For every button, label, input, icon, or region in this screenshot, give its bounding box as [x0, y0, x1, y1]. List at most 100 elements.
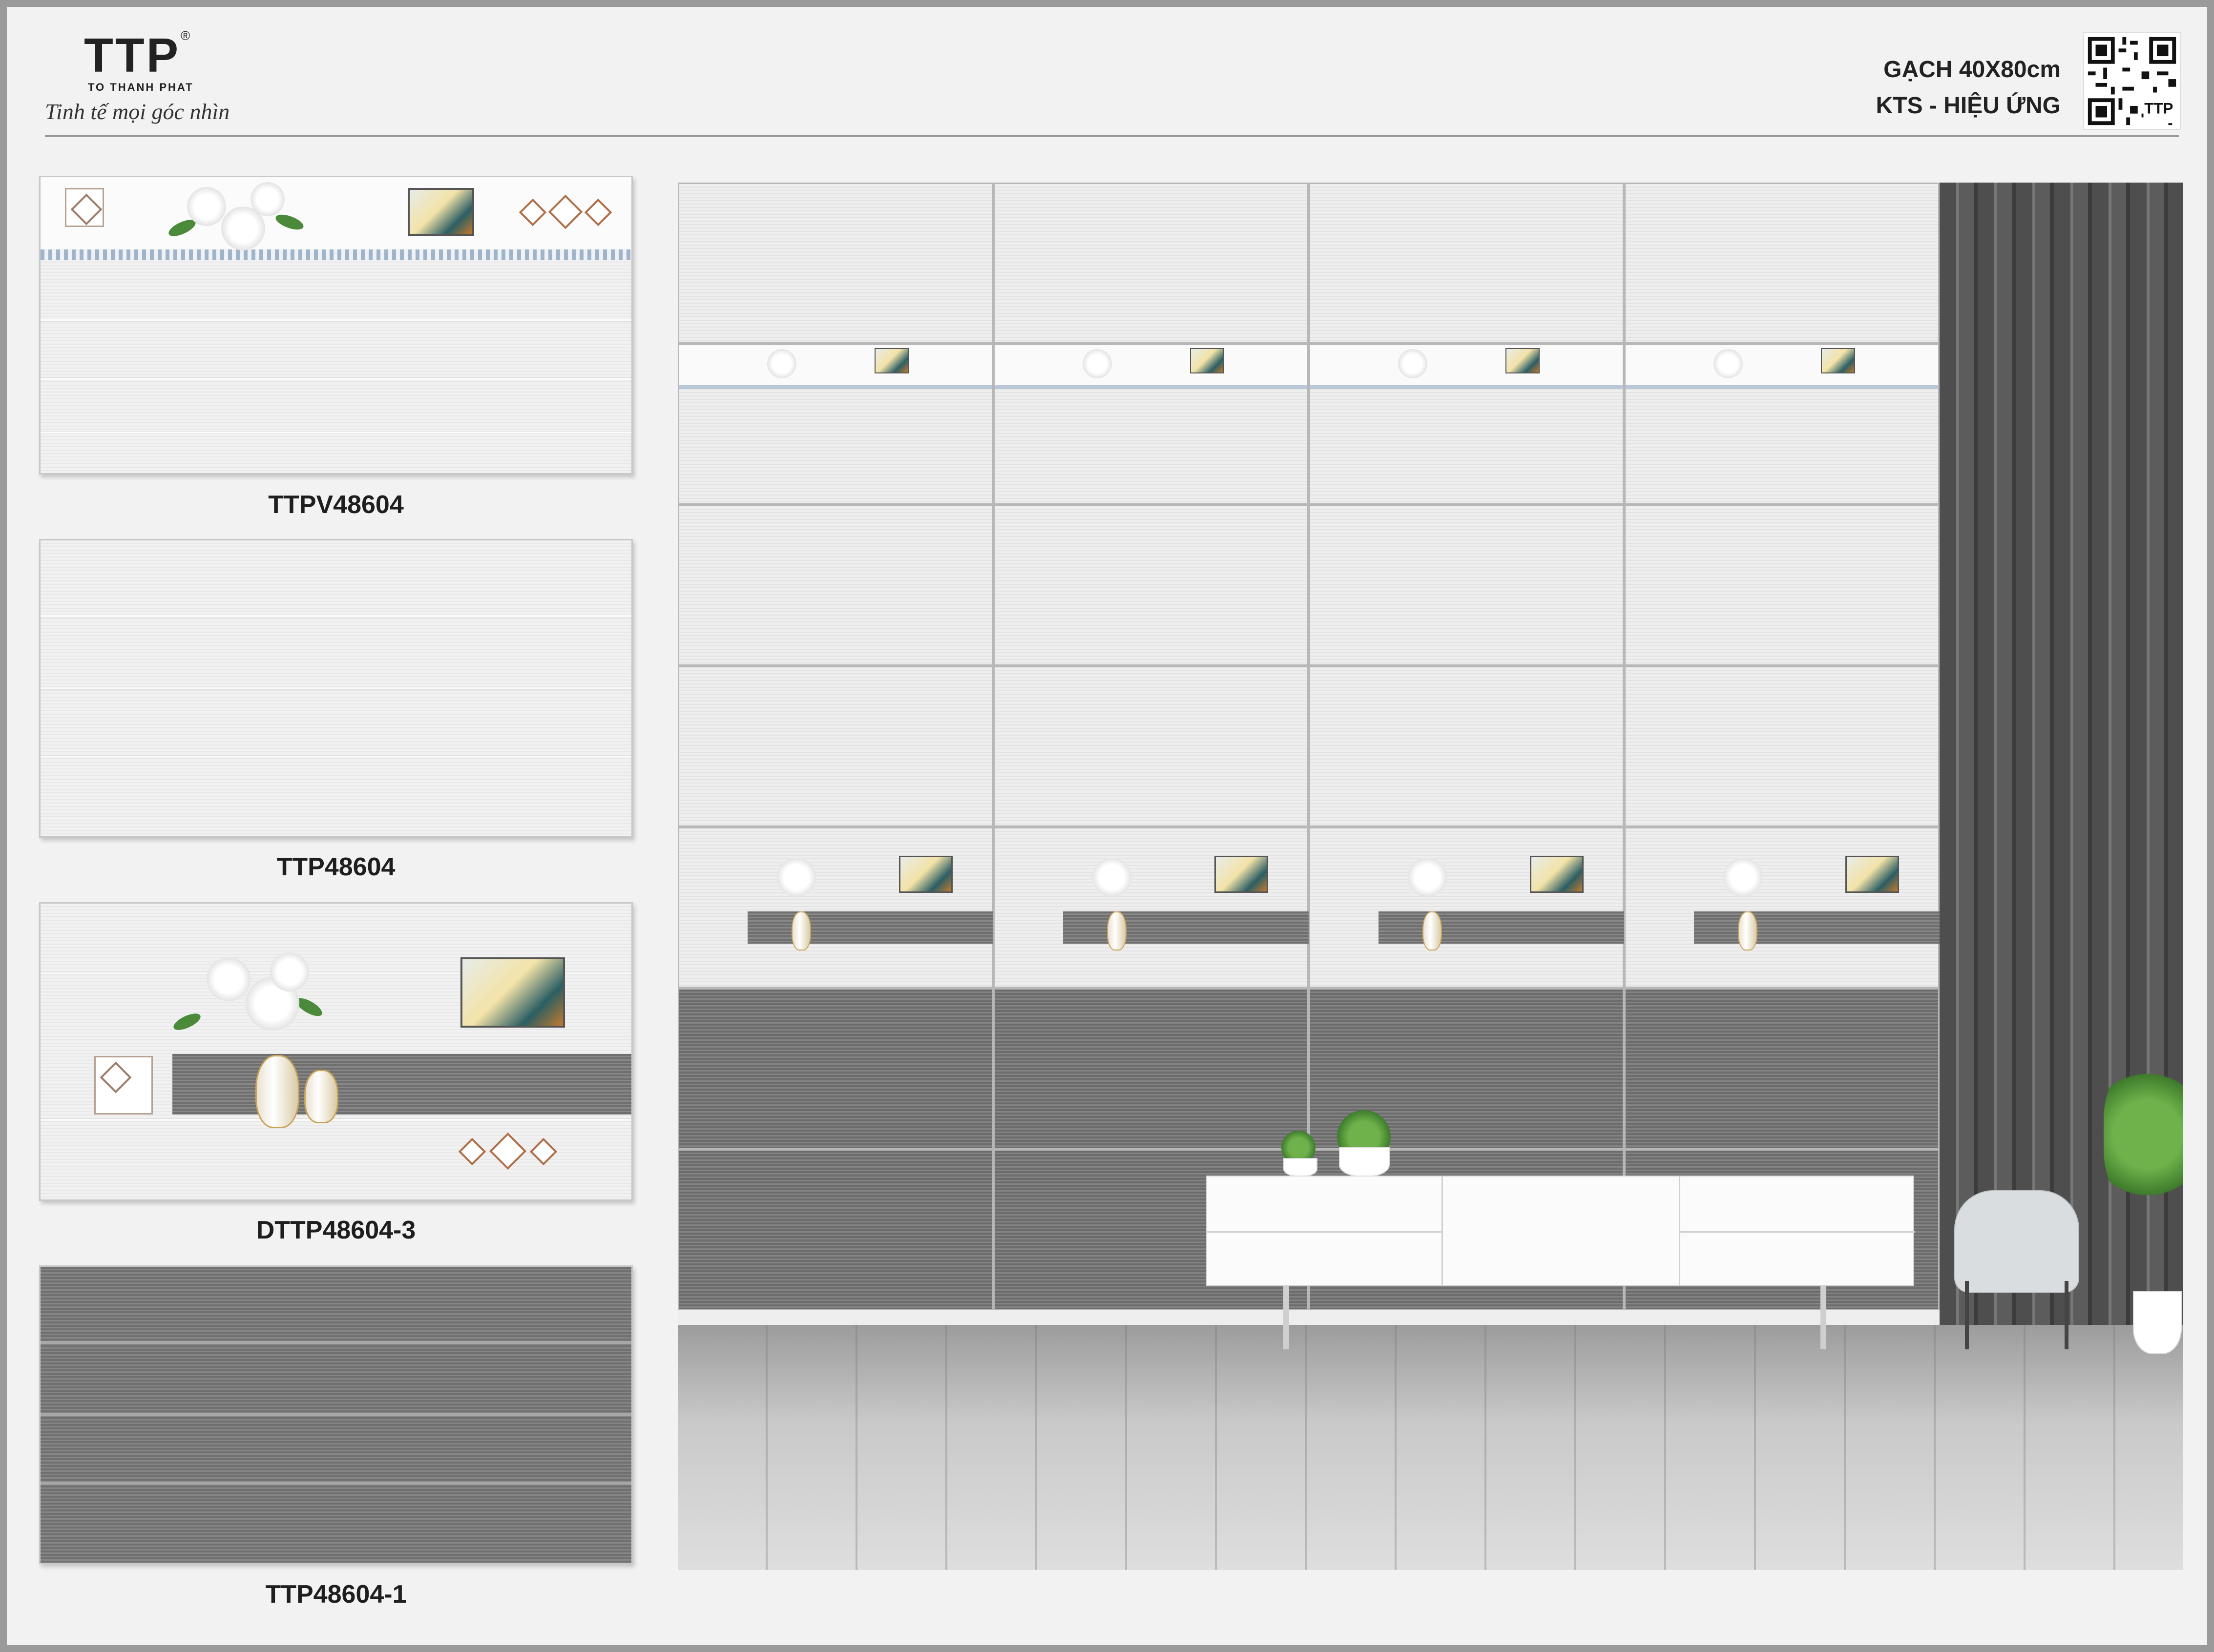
- pot-icon: [1283, 1158, 1317, 1177]
- tile-code-1: TTPV48604: [268, 491, 404, 519]
- tile-code-3: DTTP48604-3: [256, 1216, 416, 1244]
- framed-picture: [1845, 856, 1899, 893]
- flower-icon: [1723, 858, 1762, 897]
- cabinet-drawer-line: [1679, 1231, 1915, 1233]
- gray-stripe: [1379, 911, 1626, 944]
- brand-tagline: Tinh tế mọi góc nhìn: [45, 99, 230, 124]
- vase-icon: [255, 1055, 299, 1128]
- wall-border-strip: [679, 345, 992, 389]
- vase-icon: [1422, 911, 1442, 950]
- flower-icon: [777, 858, 816, 897]
- tile-band: [41, 431, 631, 434]
- wall-border-strip: [1310, 345, 1623, 389]
- wall-tile: [678, 505, 993, 666]
- wall-tile: [1624, 183, 1940, 344]
- tall-plant-icon: [2104, 1061, 2183, 1208]
- wall-tile: [678, 344, 993, 505]
- framed-picture: [460, 957, 565, 1028]
- pot-icon: [2133, 1291, 2182, 1354]
- floor-planks: [678, 1325, 2183, 1570]
- header-divider: [45, 135, 2179, 137]
- framed-picture: [1505, 348, 1540, 373]
- gray-stripe: [172, 1054, 631, 1115]
- tile-sample-dark: [39, 1265, 633, 1564]
- catalog-sheet: TTP ® TO THANH PHAT Tinh tế mọi góc nhìn…: [7, 7, 2207, 1645]
- wall-tile: [993, 827, 1310, 988]
- wall-tile: [993, 183, 1309, 344]
- flower-icon: [187, 187, 226, 226]
- wall-tile: [678, 827, 995, 988]
- flower-icon: [1398, 349, 1427, 378]
- vase-icon: [304, 1070, 338, 1123]
- vase-icon: [792, 911, 811, 950]
- tile-sample-border: [39, 176, 633, 475]
- company-name: TO THANH PHAT: [88, 81, 194, 93]
- flower-icon: [1408, 858, 1447, 897]
- flower-icon: [1083, 349, 1112, 378]
- qr-pattern: TTP: [2084, 33, 2180, 129]
- product-spec: GẠCH 40X80cm KTS - HIỆU ỨNG: [1876, 52, 2061, 124]
- flower-icon: [1713, 349, 1743, 378]
- wall-tile: [1309, 505, 1624, 666]
- wall-tile: [993, 505, 1309, 666]
- wall-tile: [1624, 827, 1941, 988]
- wall-tile: [1309, 183, 1624, 344]
- spec-size: GẠCH 40X80cm: [1883, 57, 2061, 83]
- framed-picture: [875, 348, 909, 373]
- wall-tile: [678, 183, 993, 344]
- chair-leg: [1965, 1281, 1969, 1349]
- armchair: [1954, 1190, 2079, 1293]
- framed-picture: [1821, 348, 1855, 373]
- tile-band: [41, 1341, 631, 1344]
- flower-icon: [251, 182, 285, 216]
- vase-icon: [1107, 911, 1127, 950]
- wall-tile: [1309, 827, 1626, 988]
- spec-effect: KTS - HIỆU ỨNG: [1876, 93, 2061, 119]
- wall-border-strip: [1626, 345, 1938, 389]
- cabinet-leg: [1820, 1286, 1826, 1349]
- tile-band: [41, 319, 631, 322]
- tile-band: [41, 1118, 631, 1121]
- wall-tile: [1309, 666, 1624, 827]
- leaf-icon: [171, 1010, 203, 1033]
- flower-icon: [1092, 858, 1131, 897]
- cabinet-drawer-line: [1207, 1231, 1441, 1233]
- cabinet-divider: [1679, 1177, 1680, 1285]
- flower-icon: [767, 349, 796, 378]
- gray-stripe: [748, 911, 995, 944]
- tile-band: [41, 1482, 631, 1485]
- cabinet-leg: [1283, 1286, 1289, 1349]
- qr-logo: TTP: [2144, 100, 2173, 117]
- tile-band: [41, 615, 631, 618]
- tile-band: [41, 377, 631, 380]
- tile-band: [41, 1413, 631, 1416]
- diamond-icon: [489, 1132, 527, 1170]
- white-cabinet: [1206, 1176, 1915, 1286]
- gray-stripe: [1063, 911, 1310, 944]
- logo-mark: TTP: [84, 28, 181, 82]
- ornament-icon: [94, 1056, 153, 1115]
- gray-stripe: [1694, 911, 1941, 944]
- tile-code-4: TTP48604-1: [265, 1580, 407, 1609]
- pot-icon: [1339, 1147, 1390, 1177]
- tile-band: [41, 687, 631, 690]
- flower-icon: [270, 952, 309, 991]
- brand-logo: TTP ® TO THANH PHAT Tinh tế mọi góc nhìn: [45, 27, 250, 140]
- tile-code-2: TTP48604: [276, 853, 396, 881]
- wall-tile: [678, 666, 993, 827]
- tile-sample-decor: [39, 902, 633, 1201]
- flower-icon: [207, 957, 251, 1001]
- qr-code-icon: TTP: [2083, 32, 2181, 130]
- registered-mark: ®: [181, 28, 190, 43]
- cabinet-divider: [1441, 1177, 1443, 1285]
- wall-tile: [993, 344, 1309, 505]
- wall-tile: [993, 988, 1309, 1149]
- diamond-icon: [529, 1137, 558, 1166]
- wall-border-strip: [995, 345, 1307, 389]
- ornament-icon: [65, 188, 104, 227]
- wall-tile: [678, 1149, 993, 1310]
- tile-sample-light: [39, 539, 633, 838]
- wall-tile: [993, 666, 1309, 827]
- room-render: [678, 183, 2183, 1570]
- border-strip: [41, 177, 631, 255]
